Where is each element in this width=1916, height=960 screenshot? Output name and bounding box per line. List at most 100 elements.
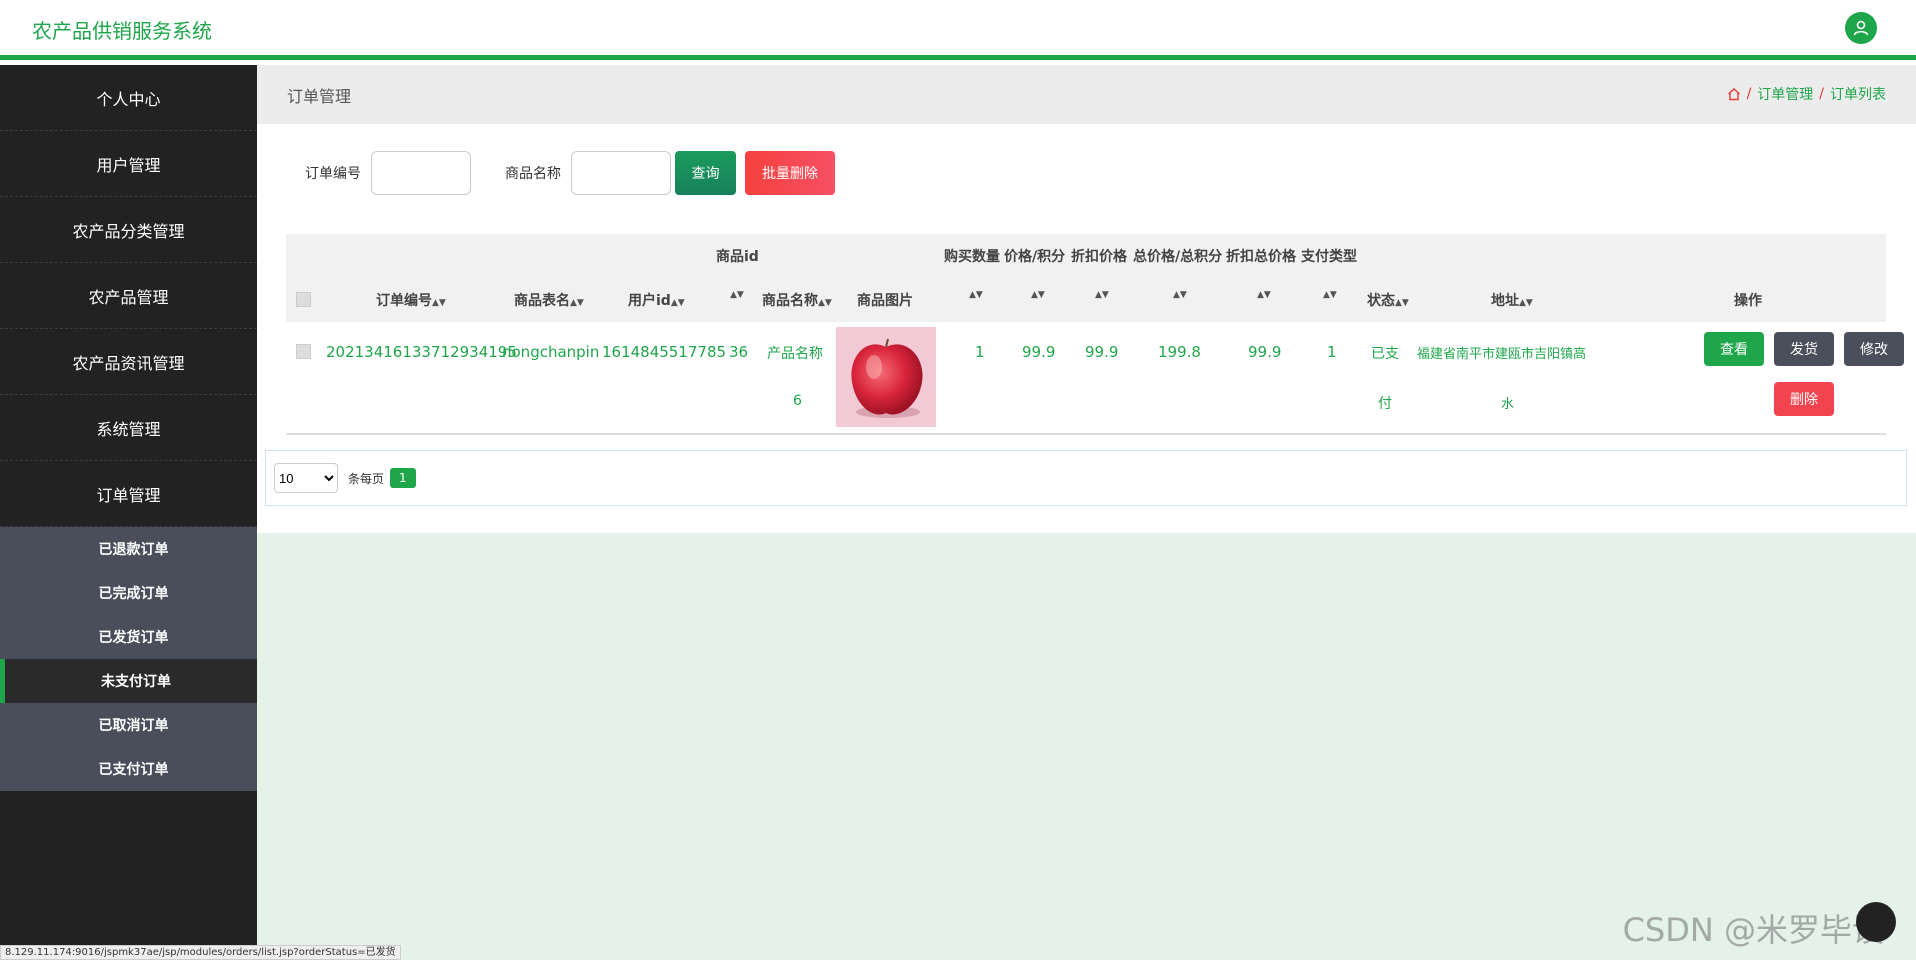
delete-button[interactable]: 删除 bbox=[1774, 382, 1834, 416]
col-price: 价格/积分 bbox=[1004, 249, 1066, 265]
col-product-image: 商品图片 bbox=[857, 293, 913, 309]
user-avatar-button[interactable] bbox=[1845, 12, 1877, 44]
cell-product-name-line1: 产品名称 bbox=[767, 346, 823, 362]
cell-status-line1: 已支 bbox=[1371, 346, 1399, 362]
submenu-item-cancelled[interactable]: 已取消订单 bbox=[0, 703, 257, 747]
sidebar-item-user-management[interactable]: 用户管理 bbox=[0, 131, 257, 197]
cell-discount-price: 99.9 bbox=[1085, 343, 1119, 361]
sort-icon[interactable]: ▲▼ bbox=[730, 290, 744, 300]
page-size-select[interactable]: 10 bbox=[274, 463, 338, 493]
submenu-item-completed[interactable]: 已完成订单 bbox=[0, 571, 257, 615]
cell-discount-total: 99.9 bbox=[1248, 343, 1282, 361]
col-total: 总价格/总积分 bbox=[1133, 249, 1223, 265]
home-icon[interactable] bbox=[1727, 87, 1741, 101]
browser-status-url: 8.129.11.174:9016/jspmk37ae/jsp/modules/… bbox=[0, 945, 401, 960]
sidebar-item-personal-center[interactable]: 个人中心 bbox=[0, 65, 257, 131]
sort-icon[interactable]: ▲▼ bbox=[1031, 290, 1045, 300]
order-no-label: 订单编号 bbox=[305, 166, 361, 182]
col-status[interactable]: 状态▲▼ bbox=[1367, 290, 1409, 310]
page-button-current[interactable]: 1 bbox=[390, 468, 416, 488]
app-title: 农产品供销服务系统 bbox=[32, 19, 212, 43]
cell-address-line2: 水 bbox=[1501, 397, 1515, 412]
page-title: 订单管理 bbox=[287, 87, 352, 106]
sort-icon[interactable]: ▲▼ bbox=[1173, 290, 1187, 300]
submenu-item-refunded[interactable]: 已退款订单 bbox=[0, 527, 257, 571]
breadcrumb-separator: / bbox=[1746, 86, 1752, 102]
col-discount-price: 折扣价格 bbox=[1071, 249, 1127, 265]
product-name-label: 商品名称 bbox=[505, 166, 561, 182]
sort-icon: ▲▼ bbox=[570, 298, 584, 308]
cell-total: 199.8 bbox=[1158, 343, 1201, 361]
col-user-id-label: 用户id bbox=[628, 293, 671, 309]
col-product-id: 商品id bbox=[716, 249, 759, 265]
view-button[interactable]: 查看 bbox=[1704, 332, 1764, 366]
main-area: 订单管理 / 订单管理 / 订单列表 订单编号 商品名称 查询 批量删除 商品i… bbox=[257, 65, 1916, 960]
product-image bbox=[836, 327, 936, 427]
col-order-no[interactable]: 订单编号▲▼ bbox=[376, 290, 446, 310]
cell-product-id: 36 bbox=[729, 343, 749, 361]
watermark: CSDN @米罗毕设 bbox=[1622, 911, 1884, 949]
ship-button[interactable]: 发货 bbox=[1774, 332, 1834, 366]
sort-icon: ▲▼ bbox=[1395, 298, 1409, 308]
sidebar-item-product-management[interactable]: 农产品管理 bbox=[0, 263, 257, 329]
sidebar-item-news-management[interactable]: 农产品资讯管理 bbox=[0, 329, 257, 395]
select-all-checkbox[interactable] bbox=[296, 292, 311, 307]
col-product-name-label: 商品名称 bbox=[762, 293, 818, 309]
query-button[interactable]: 查询 bbox=[675, 151, 736, 195]
table-row: 20213416133712934195 nongchanpin 1614845… bbox=[286, 322, 1904, 433]
content-panel: 订单编号 商品名称 查询 批量删除 商品id 购买数量 价格/积分 折扣价格 总… bbox=[257, 124, 1916, 533]
sort-icon[interactable]: ▲▼ bbox=[1323, 290, 1337, 300]
sidebar-item-category-management[interactable]: 农产品分类管理 bbox=[0, 197, 257, 263]
col-table-name[interactable]: 商品表名▲▼ bbox=[514, 290, 584, 310]
cell-buy-qty: 1 bbox=[975, 343, 985, 361]
breadcrumb-item-orders[interactable]: 订单管理 bbox=[1757, 84, 1813, 104]
col-status-label: 状态 bbox=[1367, 293, 1395, 309]
cell-status-line2: 付 bbox=[1378, 396, 1392, 412]
user-icon bbox=[1853, 20, 1869, 36]
sort-icon[interactable]: ▲▼ bbox=[1257, 290, 1271, 300]
page-header: 订单管理 / 订单管理 / 订单列表 bbox=[257, 65, 1916, 124]
breadcrumb: / 订单管理 / 订单列表 bbox=[1727, 84, 1886, 104]
sidebar-item-order-management[interactable]: 订单管理 bbox=[0, 461, 257, 527]
col-user-id[interactable]: 用户id▲▼ bbox=[628, 290, 685, 310]
sort-icon: ▲▼ bbox=[818, 298, 832, 308]
scroll-top-button[interactable] bbox=[1856, 902, 1896, 942]
breadcrumb-item-order-list[interactable]: 订单列表 bbox=[1830, 84, 1886, 104]
search-form: 订单编号 商品名称 查询 批量删除 bbox=[305, 151, 835, 195]
per-page-label: 条每页 bbox=[348, 471, 385, 486]
col-discount-total: 折扣总价格 bbox=[1226, 249, 1296, 265]
order-no-input[interactable] bbox=[371, 151, 471, 195]
col-product-name[interactable]: 商品名称▲▼ bbox=[762, 290, 832, 310]
submenu-item-unpaid[interactable]: 未支付订单 bbox=[0, 659, 257, 703]
col-buy-qty: 购买数量 bbox=[944, 249, 1000, 265]
apple-image bbox=[851, 338, 923, 418]
bulk-delete-button[interactable]: 批量删除 bbox=[745, 151, 835, 195]
edit-button[interactable]: 修改 bbox=[1844, 332, 1904, 366]
cell-pay-type: 1 bbox=[1327, 343, 1337, 361]
sidebar-item-system-management[interactable]: 系统管理 bbox=[0, 395, 257, 461]
sort-icon: ▲▼ bbox=[432, 298, 446, 308]
col-address-label: 地址 bbox=[1491, 293, 1519, 309]
cell-address-line1: 福建省南平市建瓯市吉阳镇高 bbox=[1417, 347, 1587, 362]
cell-price: 99.9 bbox=[1022, 343, 1056, 361]
submenu-item-shipped[interactable]: 已发货订单 bbox=[0, 615, 257, 659]
row-checkbox[interactable] bbox=[296, 344, 311, 359]
pagination: 10 条每页 1 bbox=[265, 450, 1907, 506]
breadcrumb-separator: / bbox=[1819, 86, 1824, 102]
sort-icon[interactable]: ▲▼ bbox=[1095, 290, 1109, 300]
col-pay-type: 支付类型 bbox=[1301, 249, 1357, 265]
cell-user-id: 1614845517785 bbox=[602, 343, 727, 361]
top-header: 农产品供销服务系统 bbox=[0, 0, 1916, 60]
col-table-name-label: 商品表名 bbox=[514, 293, 570, 309]
sort-icon: ▲▼ bbox=[670, 298, 685, 308]
sort-icon[interactable]: ▲▼ bbox=[969, 290, 983, 300]
cell-product-name-line2: 6 bbox=[793, 393, 802, 409]
table-header: 商品id 购买数量 价格/积分 折扣价格 总价格/总积分 折扣总价格 支付类型 … bbox=[286, 234, 1886, 322]
sidebar: 个人中心 用户管理 农产品分类管理 农产品管理 农产品资讯管理 系统管理 订单管… bbox=[0, 65, 257, 960]
submenu-item-paid[interactable]: 已支付订单 bbox=[0, 747, 257, 791]
sort-icon: ▲▼ bbox=[1519, 298, 1533, 308]
product-name-input[interactable] bbox=[571, 151, 671, 195]
col-order-no-label: 订单编号 bbox=[376, 293, 432, 309]
col-address[interactable]: 地址▲▼ bbox=[1491, 290, 1533, 310]
cell-order-no: 20213416133712934195 bbox=[326, 343, 517, 361]
